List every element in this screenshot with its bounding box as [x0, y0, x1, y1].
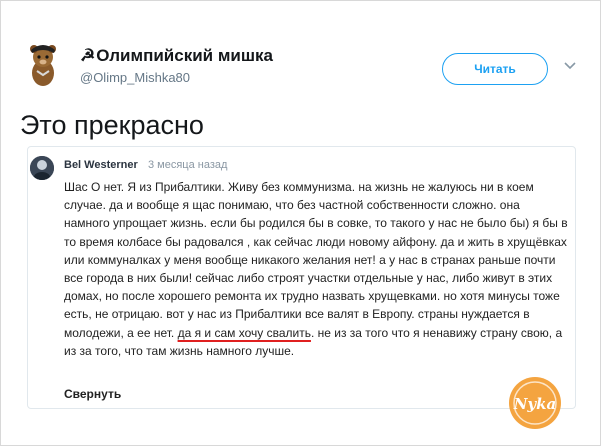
chevron-down-icon[interactable] — [563, 60, 577, 72]
watermark-logo: Nyka — [509, 377, 561, 429]
comment-body: Шас О нет. Я из Прибалтики. Живу без ком… — [64, 178, 568, 360]
bear-avatar-icon — [30, 45, 56, 86]
hammer-sickle-icon: ☭ — [80, 46, 96, 65]
comment-author[interactable]: Bel Westerner — [64, 159, 138, 171]
comment-avatar[interactable] — [30, 156, 54, 180]
display-name-text: Олимпийский мишка — [96, 46, 273, 65]
user-handle[interactable]: @Olimp_Mishka80 — [80, 70, 190, 85]
follow-button[interactable]: Читать — [442, 53, 548, 85]
comment-timestamp: 3 месяца назад — [148, 159, 228, 171]
collapse-link[interactable]: Свернуть — [64, 387, 121, 401]
comment-text-part: Шас О нет. Я из Прибалтики. Живу без ком… — [64, 180, 568, 340]
user-avatar-icon — [30, 156, 54, 180]
avatar[interactable] — [18, 38, 68, 88]
display-name[interactable]: ☭Олимпийский мишка — [80, 46, 273, 66]
tweet-text: Это прекрасно — [20, 110, 204, 140]
comment-highlight: да я и сам хочу свалить — [177, 325, 311, 340]
watermark-text: Nyka — [513, 395, 557, 413]
